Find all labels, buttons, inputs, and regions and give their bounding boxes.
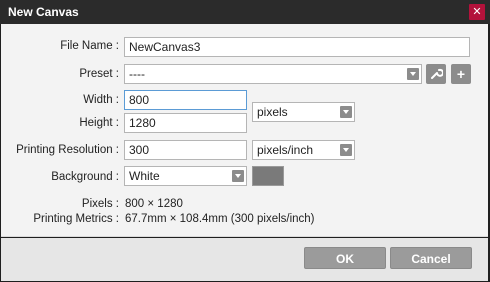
preset-select[interactable]: ---- [124,64,422,84]
ok-button[interactable]: OK [304,247,386,269]
background-label: Background : [51,171,119,183]
background-color-swatch[interactable] [252,166,284,186]
dialog-footer: OK Cancel [1,238,488,281]
width-input[interactable]: 800 [124,90,247,110]
chevron-down-icon [340,144,352,156]
dialog-body: File Name : NewCanvas3 Preset : ---- + W… [1,24,488,237]
window-title: New Canvas [8,5,79,19]
title-bar: New Canvas ✕ [0,0,490,24]
size-unit-value: pixels [257,105,288,119]
resolution-unit-select[interactable]: pixels/inch [252,140,355,160]
plus-icon: + [456,66,466,82]
chevron-down-icon [232,170,244,182]
chevron-down-icon [407,68,419,80]
height-label: Height : [79,117,119,129]
edit-preset-button[interactable] [426,64,446,84]
pixels-value: 800 × 1280 [125,198,183,210]
resolution-unit-value: pixels/inch [257,143,314,157]
file-name-label: File Name : [60,40,119,52]
printing-resolution-label: Printing Resolution : [16,144,119,156]
chevron-down-icon [340,106,352,118]
close-button[interactable]: ✕ [469,4,485,20]
height-input[interactable]: 1280 [124,113,247,133]
width-label: Width : [83,94,119,106]
printing-metrics-value: 67.7mm × 108.4mm (300 pixels/inch) [125,213,315,225]
wrench-icon [431,68,444,79]
background-select[interactable]: White [124,166,247,186]
printing-metrics-label: Printing Metrics : [33,213,119,225]
background-value: White [129,169,160,183]
cancel-button[interactable]: Cancel [390,247,472,269]
file-name-input[interactable]: NewCanvas3 [124,37,470,57]
printing-resolution-input[interactable]: 300 [124,140,247,160]
size-unit-select[interactable]: pixels [252,102,355,122]
preset-label: Preset : [79,68,119,80]
pixels-label: Pixels : [81,198,119,210]
preset-value: ---- [129,67,145,81]
add-preset-button[interactable]: + [451,64,471,84]
close-icon: ✕ [472,6,482,18]
